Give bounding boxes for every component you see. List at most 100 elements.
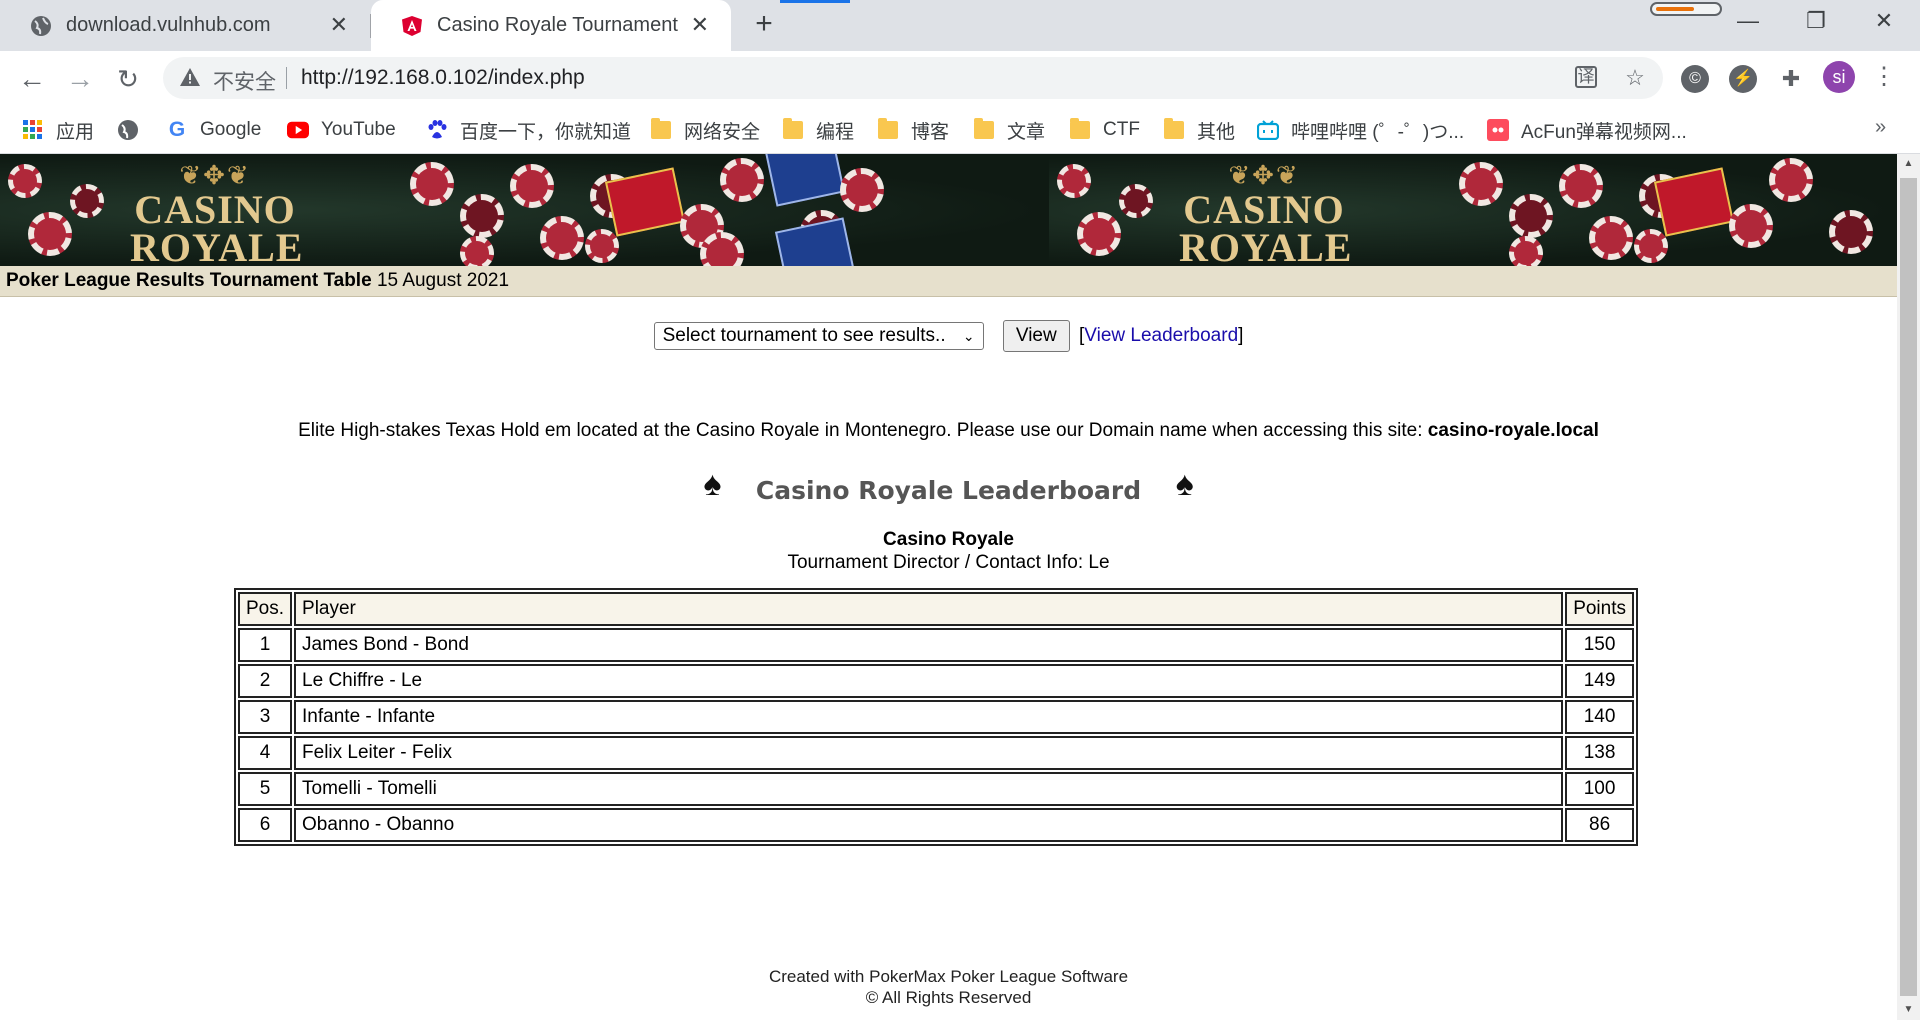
close-tab-icon[interactable]: ✕ <box>691 13 709 37</box>
casino-royale-logo: ❦✥❦ CASINO ROYALE <box>130 160 304 266</box>
page-viewport: ❦✥❦ CASINO ROYALE ❦✥❦ CASINO ROYALE Poke… <box>0 154 1897 1020</box>
warning-icon[interactable] <box>179 66 201 88</box>
new-tab-icon[interactable]: + <box>748 8 780 40</box>
cell-points: 150 <box>1565 628 1634 662</box>
table-row: 1 James Bond - Bond 150 <box>238 628 1634 662</box>
bookmark-folder-security[interactable]: 网络安全 <box>650 115 760 145</box>
view-leaderboard-link[interactable]: View Leaderboard <box>1084 325 1238 346</box>
reload-icon[interactable]: ↻ <box>110 61 146 97</box>
tournament-select[interactable]: Select tournament to see results.. ⌄ <box>653 322 984 350</box>
bookmark-youtube[interactable]: YouTube <box>287 115 396 145</box>
tab-casino-royale[interactable]: Casino Royale Tournament ✕ <box>371 0 731 51</box>
scrollbar-thumb[interactable] <box>1900 178 1917 996</box>
url-text[interactable]: http://192.168.0.102/index.php <box>301 66 585 90</box>
bookmark-globe[interactable] <box>117 115 151 145</box>
baidu-paw-icon <box>426 119 448 141</box>
leaderboard-heading: ♠ Casino Royale Leaderboard ♠ <box>0 464 1897 514</box>
bookmark-label: 网络安全 <box>684 121 761 143</box>
venue-info: Casino Royale Tournament Director / Cont… <box>0 528 1897 574</box>
leaderboard-table: Pos. Player Points 1 James Bond - Bond 1… <box>234 588 1638 846</box>
translate-icon[interactable]: 译 <box>1575 66 1597 88</box>
casino-royale-logo: ❦✥❦ CASINO ROYALE <box>1179 160 1353 266</box>
leaderboard-title: Casino Royale Leaderboard <box>755 476 1142 505</box>
bookmark-folder-articles[interactable]: 文章 <box>973 115 1045 145</box>
globe-icon <box>117 119 139 141</box>
bookmark-label: 哔哩哔哩 (゜-゜)つ... <box>1291 121 1465 143</box>
bookmark-label: Google <box>200 119 262 140</box>
bookmark-folder-blog[interactable]: 博客 <box>877 115 949 145</box>
cell-pos: 5 <box>238 772 293 806</box>
bookmark-bilibili[interactable]: 哔哩哔哩 (゜-゜)つ... <box>1257 115 1464 145</box>
folder-icon <box>877 118 899 141</box>
tab-vulnhub[interactable]: download.vulnhub.com ✕ <box>0 0 370 51</box>
cell-pos: 2 <box>238 664 293 698</box>
page-title-bar: Poker League Results Tournament Table 15… <box>0 266 1897 297</box>
table-row: 5 Tomelli - Tomelli 100 <box>238 772 1634 806</box>
extension-c-icon[interactable]: © <box>1681 65 1709 93</box>
cell-player: Infante - Infante <box>294 700 1564 734</box>
close-window-icon[interactable]: ✕ <box>1864 6 1904 36</box>
bookmark-google[interactable]: G Google <box>166 115 261 145</box>
table-row: 4 Felix Leiter - Felix 138 <box>238 736 1634 770</box>
table-row: 2 Le Chiffre - Le 149 <box>238 664 1634 698</box>
banner-tile: ❦✥❦ CASINO ROYALE <box>1049 154 1897 266</box>
bookmark-label: 应用 <box>56 121 95 143</box>
table-header-row: Pos. Player Points <box>238 592 1634 626</box>
spade-icon: ♠ <box>703 465 722 503</box>
address-bar[interactable]: 不安全 http://192.168.0.102/index.php 译 ☆ <box>163 57 1663 99</box>
bookmark-folder-other[interactable]: 其他 <box>1163 115 1235 145</box>
cell-points: 86 <box>1565 808 1634 842</box>
bookmark-folder-programming[interactable]: 编程 <box>782 115 854 145</box>
domain-name: casino-royale.local <box>1427 420 1599 441</box>
header-pos: Pos. <box>238 592 293 626</box>
star-icon[interactable]: ☆ <box>1623 66 1647 90</box>
bookmark-apps[interactable]: 应用 <box>22 115 94 145</box>
scroll-down-icon[interactable]: ▼ <box>1897 1000 1920 1020</box>
avatar[interactable]: si <box>1823 61 1855 93</box>
bookmark-folder-ctf[interactable]: CTF <box>1069 115 1140 145</box>
folder-icon <box>650 118 672 141</box>
bookmark-label: 其他 <box>1197 121 1236 143</box>
bookmark-acfun[interactable]: AcFun弹幕视频网... <box>1487 115 1687 145</box>
intro-text: Elite High-stakes Texas Hold em located … <box>298 420 1599 441</box>
view-button[interactable]: View <box>1002 320 1070 352</box>
extensions-puzzle-icon[interactable]: ✚ <box>1777 65 1805 93</box>
angular-shield-icon <box>401 15 423 37</box>
google-icon: G <box>168 118 186 141</box>
globe-icon <box>30 15 52 37</box>
table-row: 3 Infante - Infante 140 <box>238 700 1634 734</box>
tournament-director: Tournament Director / Contact Info: Le <box>787 552 1110 573</box>
cell-points: 100 <box>1565 772 1634 806</box>
forward-icon[interactable]: → <box>62 61 98 97</box>
close-tab-icon[interactable]: ✕ <box>330 13 348 37</box>
cell-pos: 4 <box>238 736 293 770</box>
restore-icon[interactable]: ❐ <box>1796 6 1836 36</box>
security-label[interactable]: 不安全 <box>213 66 276 96</box>
tab-title: Casino Royale Tournament <box>437 14 678 36</box>
menu-kebab-icon[interactable]: ⋮ <box>1872 63 1896 91</box>
bookmark-label: 博客 <box>911 121 950 143</box>
bookmark-label: 百度一下，你就知道 <box>460 121 632 143</box>
leaderboard-link-wrapper: [View Leaderboard] <box>1078 325 1244 346</box>
minimize-icon[interactable]: — <box>1728 6 1768 36</box>
footer-copyright: © All Rights Reserved <box>865 988 1032 1007</box>
table-row: 6 Obanno - Obanno 86 <box>238 808 1634 842</box>
bookmark-label: YouTube <box>321 119 396 140</box>
footer-credit: Created with PokerMax Poker League Softw… <box>768 967 1129 986</box>
profile-indicator-icon[interactable] <box>1650 2 1722 16</box>
chevron-down-icon: ⌄ <box>962 328 975 344</box>
tournament-date: 15 August 2021 <box>376 270 510 291</box>
back-icon[interactable]: ← <box>14 61 50 97</box>
tab-strip: download.vulnhub.com ✕ Casino Royale Tou… <box>0 0 1920 51</box>
header-player: Player <box>294 592 1564 626</box>
cell-player: Tomelli - Tomelli <box>294 772 1564 806</box>
bookmark-baidu[interactable]: 百度一下，你就知道 <box>426 115 631 145</box>
extension-bolt-icon[interactable]: ⚡ <box>1729 65 1757 93</box>
cell-pos: 3 <box>238 700 293 734</box>
more-bookmarks-icon[interactable]: » <box>1875 116 1886 139</box>
bookmarks-bar: 应用 G Google YouTube 百度一下，你就知道 网络安全 编程 博客… <box>0 106 1920 154</box>
omnibox-divider <box>286 67 287 89</box>
scroll-up-icon[interactable]: ▲ <box>1897 154 1920 174</box>
cell-player: Le Chiffre - Le <box>294 664 1564 698</box>
page-scrollbar[interactable]: ▲ ▼ <box>1897 154 1920 1020</box>
